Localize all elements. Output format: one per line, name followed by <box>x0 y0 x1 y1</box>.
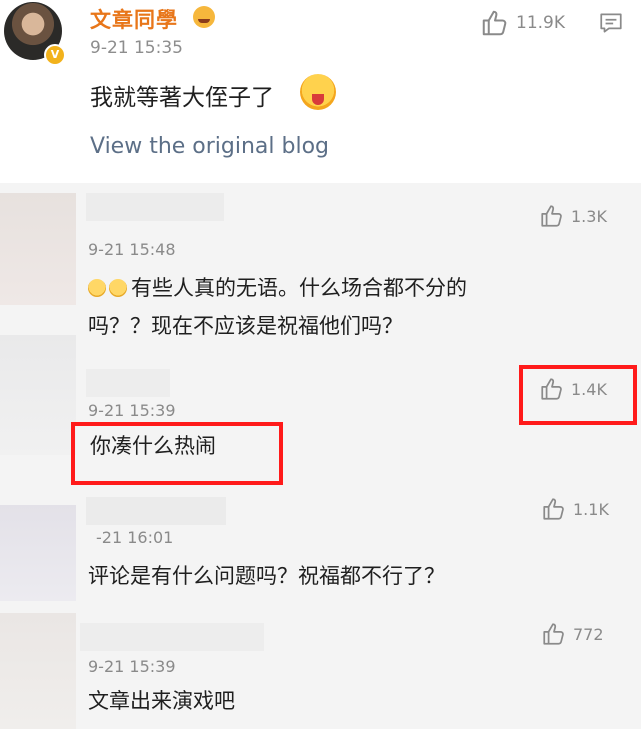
comment-list: 1.3K 9-21 15:48 有些人真的无语。什么场合都不分的 吗？？现在不应… <box>0 183 641 729</box>
comment-text: 文章出来演戏吧 <box>88 689 235 713</box>
blurred-avatar <box>0 335 76 455</box>
comment-timestamp: 9-21 15:39 <box>88 401 176 420</box>
comment-timestamp: 9-21 15:39 <box>88 657 176 676</box>
blurred-username <box>86 497 226 525</box>
blurred-avatar <box>0 613 76 729</box>
blurred-avatar <box>0 505 76 601</box>
highlight-box <box>519 365 637 425</box>
comment-like-count: 772 <box>573 624 604 644</box>
comment-text-line1: 有些人真的无语。什么场合都不分的 <box>131 276 467 300</box>
verified-badge-icon: V <box>44 44 66 66</box>
thumbs-up-icon <box>543 498 564 520</box>
comment-like-count: 1.3K <box>571 206 607 226</box>
post-text: 我就等著大侄子了 <box>90 85 274 111</box>
comment-timestamp: 9-21 15:48 <box>88 240 176 259</box>
comment-text: 有些人真的无语。什么场合都不分的 吗？？现在不应该是祝福他们吗？ <box>88 269 467 345</box>
comment-like-count: 1.1K <box>573 499 609 519</box>
original-post: V 文章同學 9-21 15:35 11.9K 我就等著大侄子了 View th… <box>0 0 641 183</box>
emoji-icon <box>300 74 336 110</box>
blurred-username <box>80 623 264 651</box>
post-author-name[interactable]: 文章同學 <box>90 4 178 34</box>
post-like-button[interactable]: 11.9K <box>480 8 565 38</box>
comment-like-button[interactable]: 1.1K <box>541 496 609 522</box>
highlight-box <box>71 422 283 485</box>
comment-text: 评论是有什么问题吗？祝福都不行了？ <box>88 564 445 588</box>
blurred-username <box>86 193 224 221</box>
view-original-link[interactable]: View the original blog <box>90 134 329 159</box>
emoji-icon <box>109 279 127 297</box>
comment-like-button[interactable]: 1.3K <box>539 203 607 229</box>
thumbs-up-icon <box>541 205 562 227</box>
blurred-username <box>86 369 170 397</box>
comment-like-button[interactable]: 772 <box>541 621 604 647</box>
emoji-icon <box>88 279 106 297</box>
thumbs-up-icon <box>543 623 564 645</box>
post-timestamp: 9-21 15:35 <box>90 38 183 58</box>
post-like-count: 11.9K <box>516 13 565 33</box>
comment-icon[interactable] <box>598 10 624 36</box>
thumbs-up-icon <box>482 10 507 36</box>
blurred-avatar <box>0 193 76 305</box>
comment-text-line2: 吗？？现在不应该是祝福他们吗？ <box>88 314 403 338</box>
emoji-icon <box>193 6 215 28</box>
comment-timestamp: -21 16:01 <box>96 528 174 547</box>
